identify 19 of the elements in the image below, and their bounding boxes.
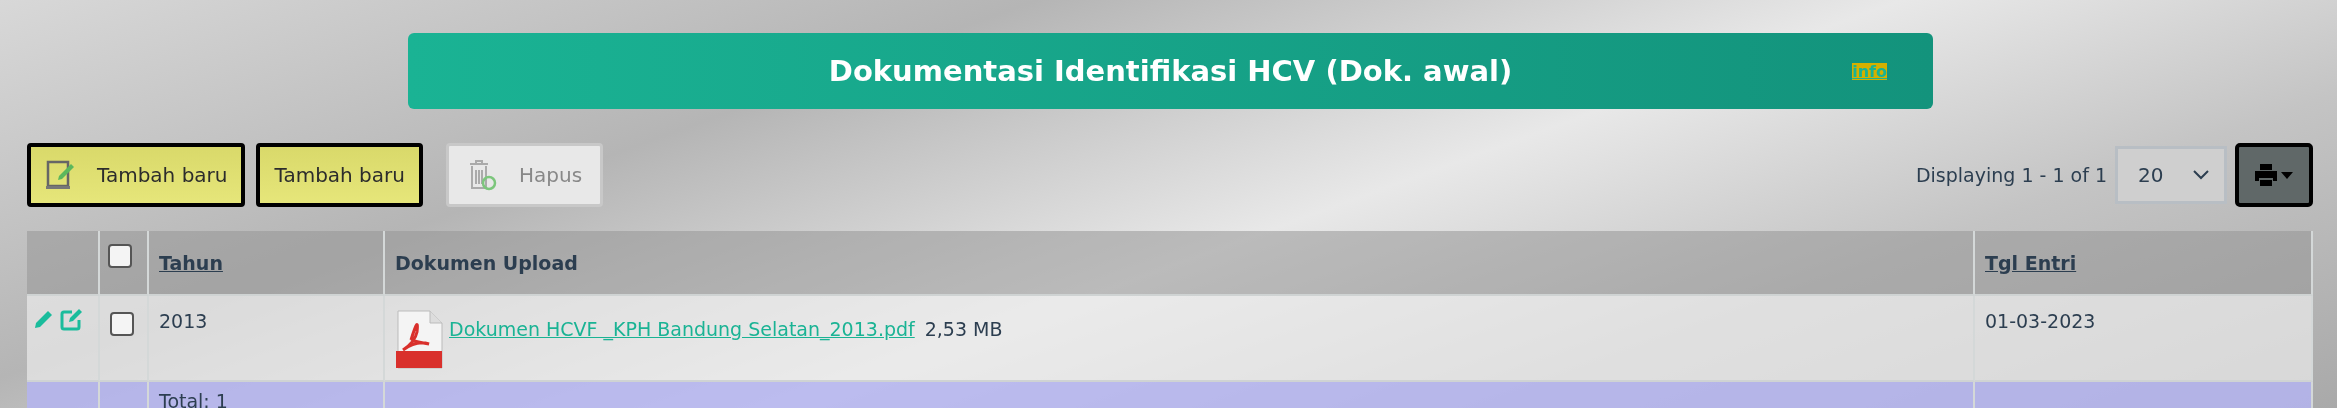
column-header: Dokumen Upload — [395, 251, 578, 274]
printer-icon — [2254, 163, 2294, 187]
page-size-select[interactable]: 20 — [2115, 146, 2227, 204]
add-button[interactable]: Tambah baru — [256, 143, 423, 207]
file-size: 2,53 MB — [924, 318, 1003, 340]
paging-text: Displaying 1 - 1 of 1 — [1915, 164, 2107, 186]
total-count: Total: 1 — [159, 390, 228, 408]
add-button[interactable]: Tambah baru — [27, 143, 246, 207]
chevron-down-icon — [2192, 169, 2210, 181]
pdf-file-icon — [395, 310, 445, 370]
page-title: Dokumentasi Identifikasi HCV (Dok. awal) — [828, 54, 1513, 88]
print-button[interactable] — [2235, 143, 2313, 207]
row-checkbox[interactable] — [110, 312, 134, 336]
edit-document-icon — [45, 159, 75, 191]
cell-text: 01-03-2023 — [1985, 310, 2096, 332]
column-header[interactable]: Tgl Entri — [1985, 251, 2077, 274]
select-all-checkbox[interactable] — [108, 243, 132, 268]
cell-text: 2013 — [159, 310, 208, 332]
column-header[interactable]: Tahun — [159, 251, 223, 274]
